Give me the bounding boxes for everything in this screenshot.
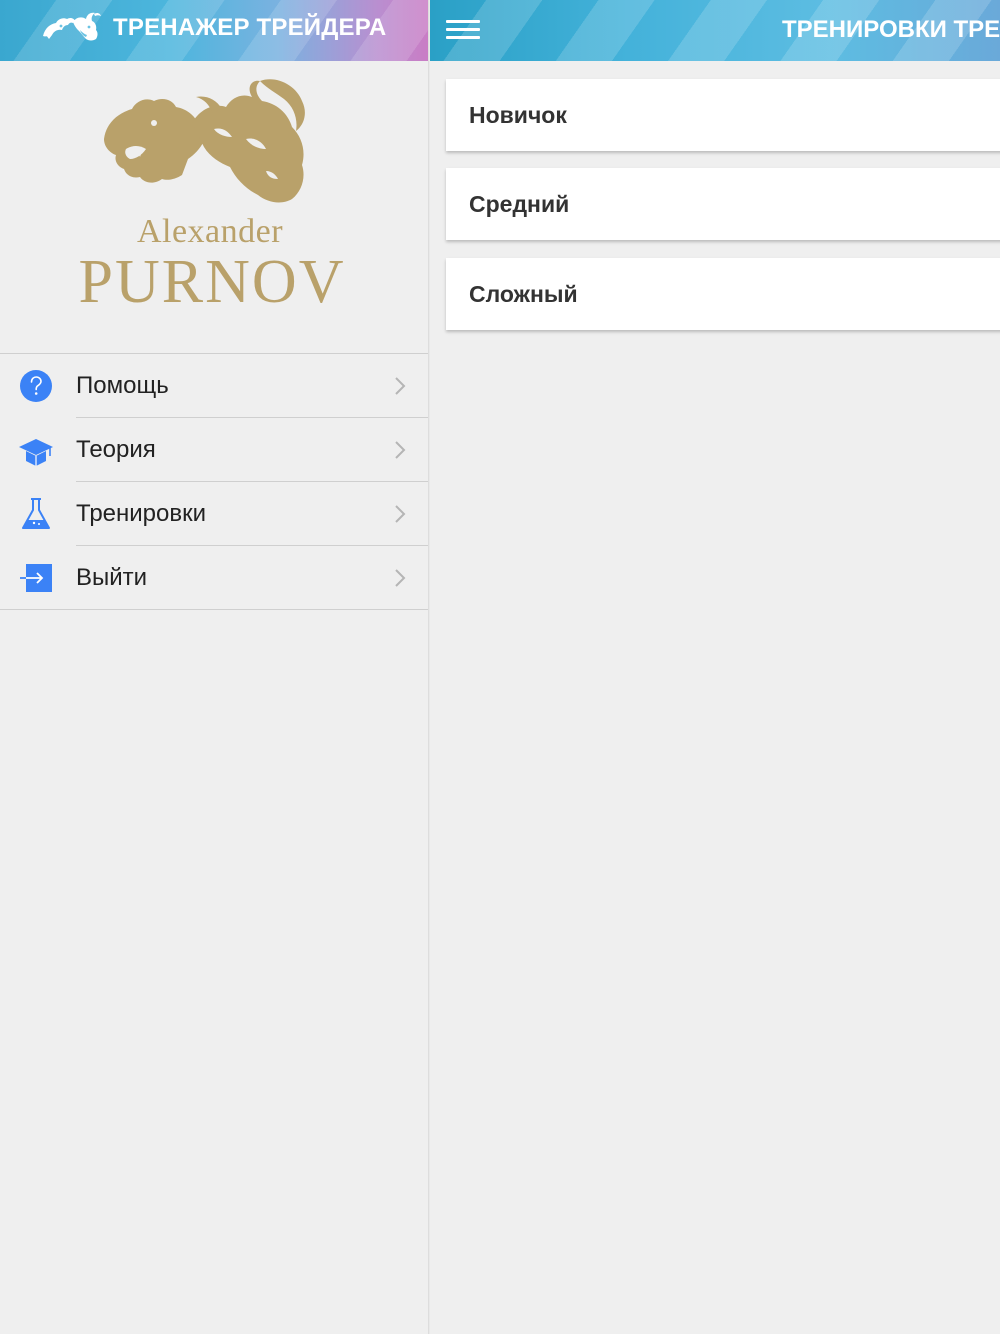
level-label: Сложный: [469, 281, 578, 307]
logout-icon: [20, 564, 52, 592]
app-title: ТРЕНАЖЕР ТРЕЙДЕРА: [113, 14, 387, 41]
sidebar-item-label: Помощь: [76, 372, 169, 399]
brand-logo: Alexander PURNOV: [0, 61, 428, 353]
sidebar-menu: Помощь Теория Тренировки Выйти: [0, 353, 428, 610]
level-card-advanced[interactable]: Сложный: [446, 258, 1000, 330]
page-title: ТРЕНИРОВКИ ТРЕЙДЕРА: [782, 16, 1000, 43]
chevron-right-icon: [395, 505, 406, 523]
main-panel: ТРЕНИРОВКИ ТРЕЙДЕРА Новичок Средний Слож…: [430, 0, 1000, 1334]
help-icon: [20, 370, 52, 402]
bear-bull-emblem-icon: [104, 79, 305, 203]
sidebar-item-label: Тренировки: [76, 500, 207, 527]
chevron-right-icon: [395, 377, 406, 395]
sidebar-header: ТРЕНАЖЕР ТРЕЙДЕРА: [0, 0, 428, 61]
level-card-intermediate[interactable]: Средний: [446, 168, 1000, 240]
sidebar-item-label: Теория: [76, 436, 156, 463]
app-window: ТРЕНАЖЕР ТРЕЙДЕРА Alexander PURNOV Помощ…: [0, 0, 1000, 1334]
sidebar: ТРЕНАЖЕР ТРЕЙДЕРА Alexander PURNOV Помощ…: [0, 0, 428, 1334]
sidebar-item-trainings[interactable]: Тренировки: [0, 482, 428, 546]
level-label: Средний: [469, 191, 570, 217]
graduation-cap-icon: [19, 439, 53, 466]
main-header: ТРЕНИРОВКИ ТРЕЙДЕРА: [430, 0, 1000, 61]
sidebar-item-logout[interactable]: Выйти: [0, 546, 428, 610]
hamburger-menu-icon[interactable]: [446, 18, 480, 42]
flask-icon: [22, 498, 50, 529]
level-card-beginner[interactable]: Новичок: [446, 79, 1000, 151]
level-label: Новичок: [469, 102, 567, 128]
sidebar-item-label: Выйти: [76, 564, 148, 591]
divider: [0, 609, 428, 610]
logo-name-first: Alexander: [136, 213, 284, 250]
bull-bear-logo-icon: [43, 12, 101, 41]
sidebar-item-help[interactable]: Помощь: [0, 354, 428, 418]
chevron-right-icon: [395, 569, 406, 587]
chevron-right-icon: [395, 441, 406, 459]
logo-name-last: PURNOV: [78, 248, 346, 316]
sidebar-item-theory[interactable]: Теория: [0, 418, 428, 482]
